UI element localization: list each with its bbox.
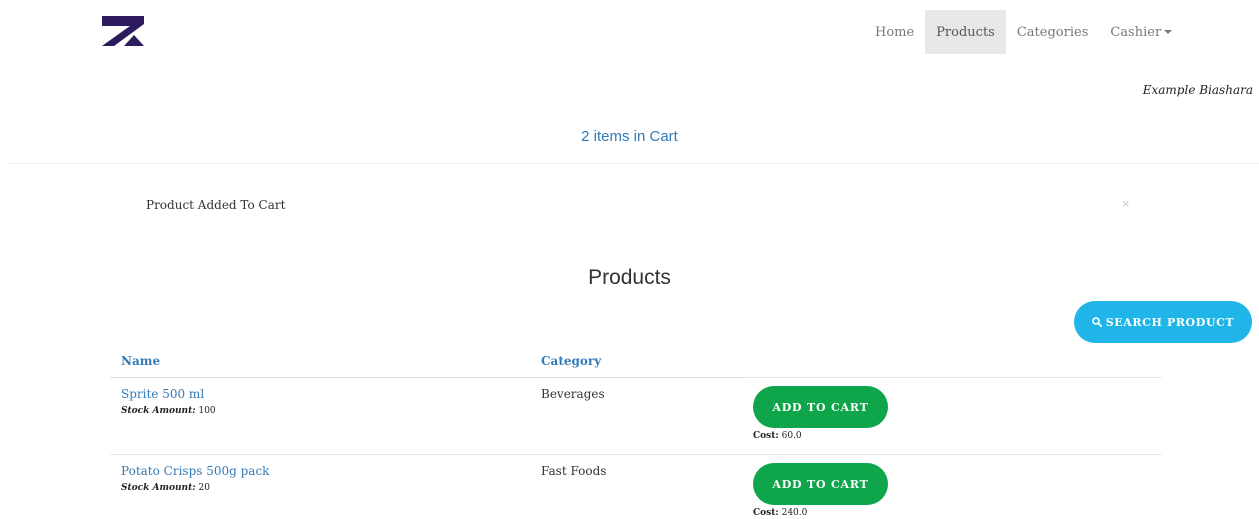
product-category: Beverages xyxy=(541,387,605,401)
nav-item-label: Products xyxy=(936,24,995,40)
stock-label: Stock Amount: xyxy=(121,483,196,493)
nav-item-categories[interactable]: Categories xyxy=(1006,10,1100,54)
stock-amount: Stock Amount: 100 xyxy=(121,406,216,416)
product-name-link[interactable]: Sprite 500 ml xyxy=(121,387,204,401)
caret-down-icon xyxy=(1164,30,1173,34)
page-title: Products xyxy=(588,266,671,289)
product-cost: Cost: 60.0 xyxy=(753,431,802,441)
divider xyxy=(10,163,1259,164)
cost-value: 60.0 xyxy=(781,431,802,441)
nav-item-cashier-dropdown[interactable]: Cashier xyxy=(1099,10,1183,54)
nav-item-home[interactable]: Home xyxy=(864,10,925,54)
business-name: Example Biashara xyxy=(1142,83,1253,97)
z-logo-icon[interactable] xyxy=(100,14,146,48)
nav-item-products[interactable]: Products xyxy=(925,10,1006,54)
cost-label: Cost: xyxy=(753,431,779,441)
column-header-category[interactable]: Category xyxy=(541,354,601,368)
stock-value: 20 xyxy=(198,483,210,493)
add-to-cart-button[interactable]: ADD TO CART xyxy=(753,386,888,428)
cost-label: Cost: xyxy=(753,508,779,518)
nav-item-label: Home xyxy=(875,24,915,40)
table-row: Potato Crisps 500g pack Stock Amount: 20… xyxy=(110,455,1162,519)
search-product-label: SEARCH PRODUCT xyxy=(1105,315,1235,329)
stock-label: Stock Amount: xyxy=(121,406,196,416)
search-product-button[interactable]: SEARCH PRODUCT xyxy=(1074,301,1252,343)
nav-item-label: Cashier xyxy=(1110,24,1162,40)
product-category: Fast Foods xyxy=(541,464,607,478)
product-cost: Cost: 240.0 xyxy=(753,508,807,518)
cost-value: 240.0 xyxy=(781,508,808,518)
page: Home Products Categories Cashier Example… xyxy=(0,0,1259,519)
search-icon xyxy=(1091,317,1102,327)
cart-count-link[interactable]: 2 items in Cart xyxy=(0,128,1259,145)
alert-close-icon[interactable]: × xyxy=(1122,196,1130,211)
alert-message: Product Added To Cart xyxy=(146,198,286,212)
table-header: Name Category xyxy=(121,354,1161,376)
stock-amount: Stock Amount: 20 xyxy=(121,483,210,493)
add-to-cart-button[interactable]: ADD TO CART xyxy=(753,463,888,505)
table-row: Sprite 500 ml Stock Amount: 100 Beverage… xyxy=(110,378,1162,454)
nav-item-label: Categories xyxy=(1016,24,1089,40)
product-name-link[interactable]: Potato Crisps 500g pack xyxy=(121,464,269,478)
column-header-name[interactable]: Name xyxy=(121,354,160,368)
navbar: Home Products Categories Cashier xyxy=(864,10,1183,54)
stock-value: 100 xyxy=(198,406,216,416)
